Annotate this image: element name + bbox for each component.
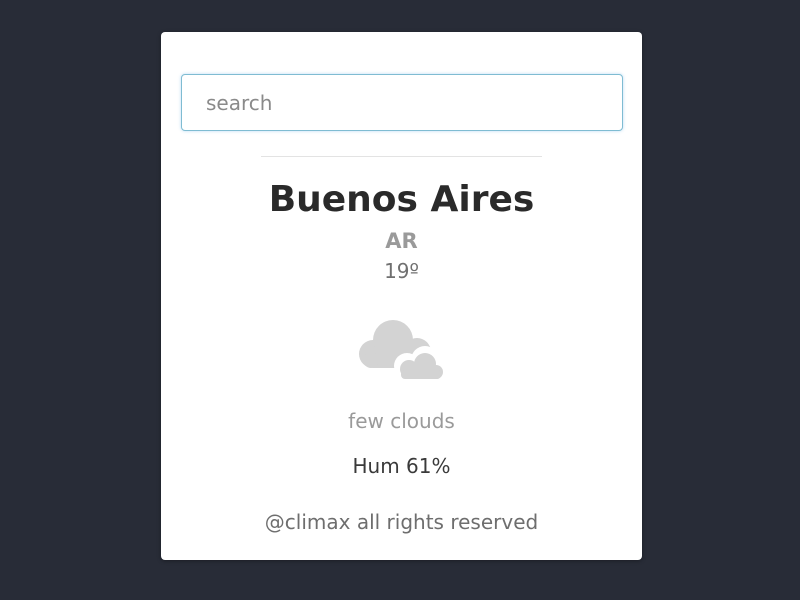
few-clouds-icon <box>359 320 447 380</box>
footer-text: @climax all rights reserved <box>264 510 539 534</box>
weather-card: Buenos Aires AR 19º few clouds Hum 61% @… <box>161 32 642 560</box>
country-code: AR <box>385 229 418 253</box>
search-input[interactable] <box>181 74 623 131</box>
temperature: 19º <box>384 259 419 283</box>
weather-description: few clouds <box>348 409 455 433</box>
city-name: Buenos Aires <box>268 179 535 220</box>
divider <box>261 156 542 157</box>
humidity: Hum 61% <box>352 454 451 478</box>
